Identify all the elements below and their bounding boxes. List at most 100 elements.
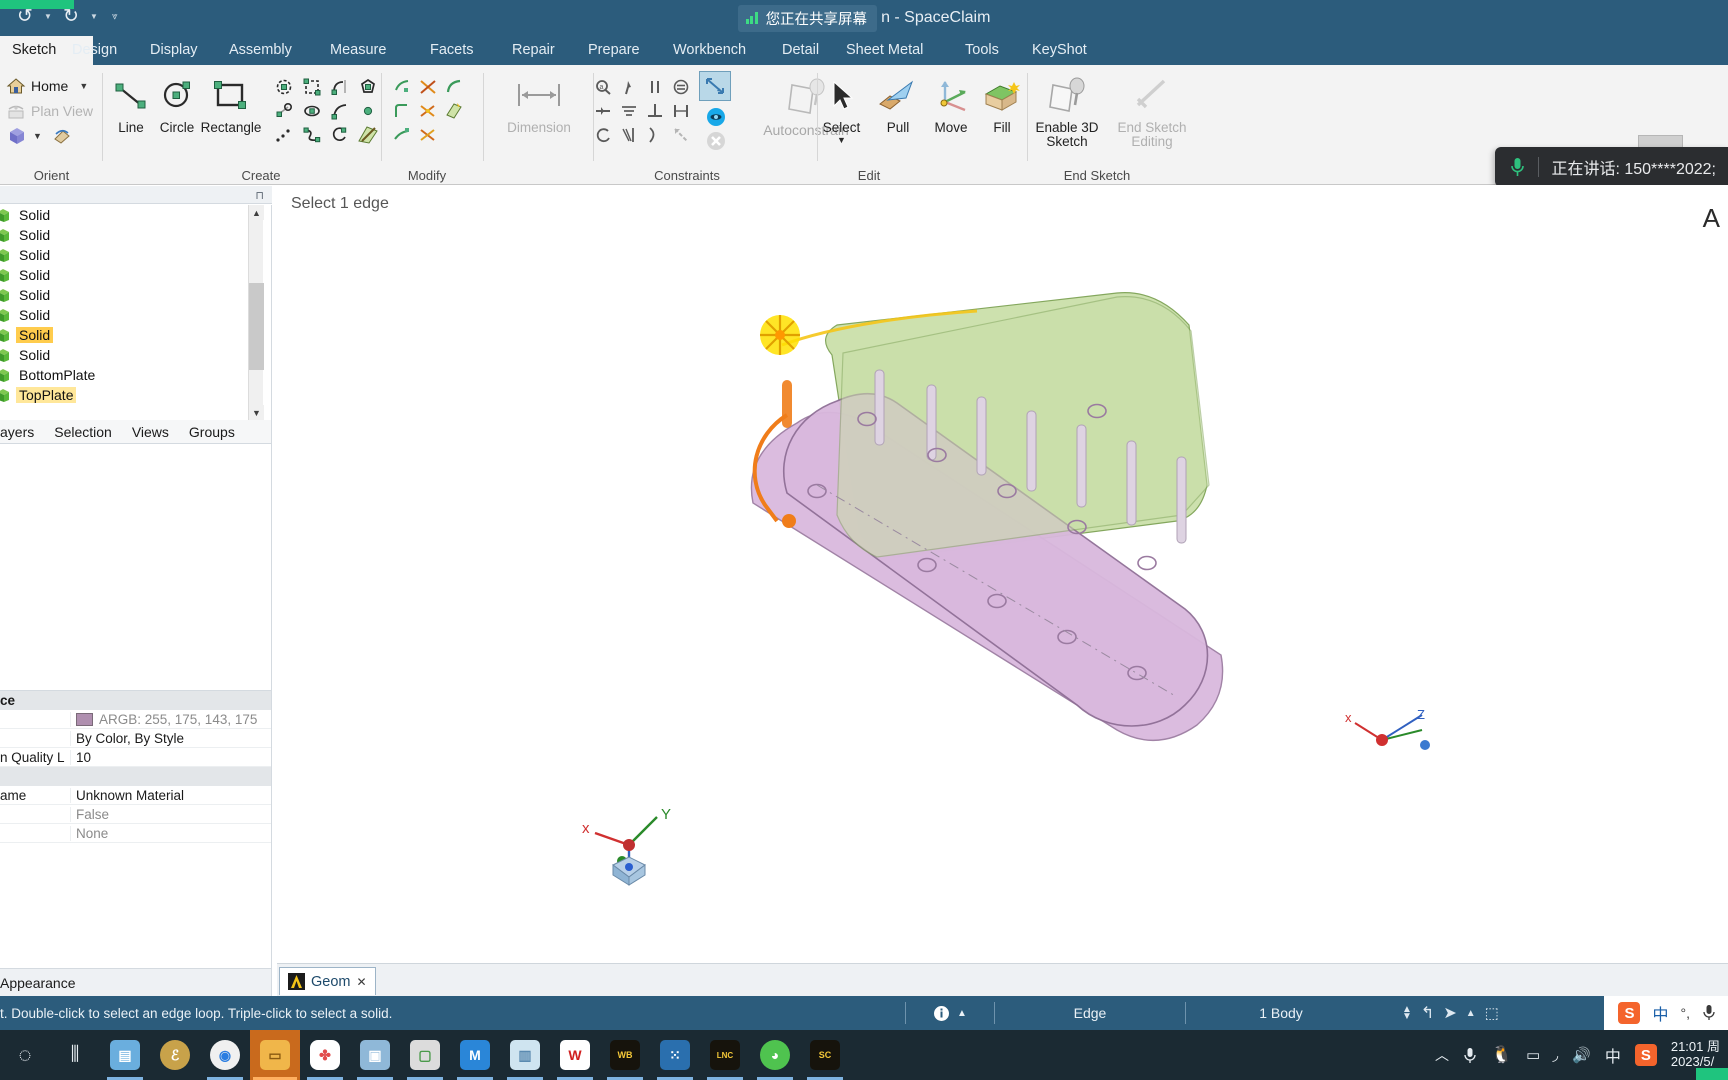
tangent-line-icon[interactable] xyxy=(327,75,353,98)
polygon-icon[interactable] xyxy=(271,75,297,98)
status-info[interactable]: ▲ xyxy=(906,996,994,1030)
document-tab-geom[interactable]: Geom ✕ xyxy=(279,967,376,995)
customize-qat-icon[interactable]: ⩔ xyxy=(112,11,118,22)
tab-workbench[interactable]: Workbench xyxy=(663,36,756,65)
tray-microphone-icon[interactable] xyxy=(1463,1046,1477,1065)
property-row-flag[interactable]: False xyxy=(0,805,271,824)
taskbar-start-button[interactable]: ◌ xyxy=(0,1030,50,1080)
show-constraints-icon[interactable] xyxy=(703,105,729,128)
equal-icon[interactable] xyxy=(668,75,694,98)
caret-up-icon[interactable]: ▲ xyxy=(1466,1008,1476,1019)
move-tool-button[interactable]: Move xyxy=(923,73,979,135)
arc-icon[interactable] xyxy=(327,99,353,122)
perpendicular-icon[interactable] xyxy=(642,99,668,122)
taskbar-item-dice[interactable]: ⁙ xyxy=(650,1030,700,1080)
construction-polygon-icon[interactable] xyxy=(355,75,381,98)
view-cube-button[interactable]: ▼ xyxy=(6,125,73,147)
status-tool-icons[interactable]: ▲ ▼ ↰ ➤ ▲ ⬚ xyxy=(1402,1003,1499,1023)
property-row-material-name[interactable]: ame Unknown Material xyxy=(0,786,271,805)
cursor-icon[interactable]: ➤ xyxy=(1443,1003,1456,1023)
wifi-icon[interactable]: ◞ xyxy=(1552,1046,1558,1064)
tree-item-8[interactable]: BottomPlate xyxy=(0,365,271,385)
select-tool-inner[interactable]: Select ▼ xyxy=(819,73,864,145)
end-sketch-editing-button[interactable]: End Sketch Editing xyxy=(1109,73,1195,149)
split-icon[interactable] xyxy=(389,99,415,122)
tree-item-4[interactable]: Solid xyxy=(0,285,271,305)
tab-facets[interactable]: Facets xyxy=(420,36,484,65)
close-icon[interactable]: ✕ xyxy=(357,975,367,989)
tab-prepare[interactable]: Prepare xyxy=(578,36,650,65)
info-caret-icon[interactable]: ▲ xyxy=(957,1008,967,1019)
inspect-constraint-icon[interactable]: a xyxy=(590,75,616,98)
tab-sheet-metal[interactable]: Sheet Metal xyxy=(836,36,933,65)
ime-microphone-icon[interactable] xyxy=(1702,1004,1716,1022)
tab-keyshot[interactable]: KeyShot xyxy=(1022,36,1097,65)
taskbar-clock[interactable]: 21:01 周 2023/5/ xyxy=(1671,1039,1720,1070)
project-icon[interactable] xyxy=(441,99,467,122)
tab-views[interactable]: Views xyxy=(132,424,169,440)
property-row-color[interactable]: ARGB: 255, 175, 143, 175 xyxy=(0,710,271,729)
undo-dropdown-icon[interactable]: ▼ xyxy=(42,12,54,21)
dimension-constraint-icon[interactable] xyxy=(699,71,731,101)
rectangle-tool-button[interactable]: Rectangle xyxy=(195,73,267,135)
taskbar-item-lnc[interactable]: LNC xyxy=(700,1030,750,1080)
battery-icon[interactable]: ▭ xyxy=(1526,1046,1540,1064)
undo-icon[interactable]: ↺ xyxy=(10,2,40,30)
show-hidden-icons-icon[interactable]: ︿ xyxy=(1435,1045,1449,1065)
volume-icon[interactable]: 🔊 xyxy=(1572,1046,1591,1064)
ime-lang-tray-icon[interactable]: 中 xyxy=(1605,1043,1621,1067)
angle-icon[interactable] xyxy=(642,123,668,146)
chevron-up-icon[interactable]: ▲ xyxy=(249,205,264,220)
trim-icon[interactable] xyxy=(389,75,415,98)
tree-item-9[interactable]: TopPlate xyxy=(0,385,271,405)
structure-tree-scrollbar[interactable]: ▲ ▼ xyxy=(248,205,264,420)
tree-item-0[interactable]: Solid xyxy=(0,205,271,225)
taskbar-items[interactable]: ◌ ⫼ ▤ ℰ ◉ ▭ ✤ ▣ ▢ M ▥ W WB ⁙ LNC ◕ SC xyxy=(0,1030,850,1080)
taskbar-item-notepad[interactable]: ▤ xyxy=(100,1030,150,1080)
fillet-icon[interactable] xyxy=(415,75,441,98)
redo-dropdown-icon[interactable]: ▼ xyxy=(88,12,100,21)
offset-icon[interactable] xyxy=(441,75,467,98)
concentric-icon[interactable] xyxy=(590,123,616,146)
symmetric-icon[interactable] xyxy=(668,99,694,122)
color-swatch[interactable] xyxy=(76,712,93,726)
taskbar-item-edge[interactable]: ℰ xyxy=(150,1030,200,1080)
tree-item-3[interactable]: Solid xyxy=(0,265,271,285)
ellipse-icon[interactable] xyxy=(271,99,297,122)
fix-icon[interactable] xyxy=(616,75,642,98)
ellipse-center-icon[interactable] xyxy=(299,99,325,122)
point-icon[interactable] xyxy=(355,99,381,122)
structure-panel-tabs[interactable]: ayers Selection Views Groups xyxy=(0,420,272,444)
arc-center-icon[interactable] xyxy=(327,123,353,146)
tree-item-2[interactable]: Solid xyxy=(0,245,271,265)
midpoint-icon[interactable] xyxy=(616,123,642,146)
chevron-down-icon[interactable]: ▼ xyxy=(249,405,264,420)
spin-view-icon[interactable] xyxy=(51,125,73,147)
taskbar-item-explorer[interactable]: ▭ xyxy=(250,1030,300,1080)
taskbar-item-wechat[interactable]: ◕ xyxy=(750,1030,800,1080)
delete-constraints-icon[interactable] xyxy=(703,129,729,152)
tangent-icon[interactable] xyxy=(590,99,616,122)
ime-punctuation-icon[interactable]: °, xyxy=(1681,1005,1691,1021)
collinear-icon[interactable] xyxy=(616,99,642,122)
taskbar-item-chrome[interactable]: ◉ xyxy=(200,1030,250,1080)
pin-icon[interactable]: ⊓ xyxy=(255,189,264,202)
tree-item-5[interactable]: Solid xyxy=(0,305,271,325)
tab-display[interactable]: Display xyxy=(140,36,208,65)
rounded-rectangle-icon[interactable] xyxy=(299,75,325,98)
taskbar-task-view[interactable]: ⫼ xyxy=(50,1030,100,1080)
ribbon-tab-strip[interactable]: Sketch Design Display Assembly Measure F… xyxy=(0,36,1728,65)
taskbar-item-spaceclaim[interactable]: SC xyxy=(800,1030,850,1080)
world-axis-triad[interactable]: x Y xyxy=(582,806,671,886)
corner-icon[interactable] xyxy=(415,99,441,122)
tab-repair[interactable]: Repair xyxy=(502,36,565,65)
appearance-footer[interactable]: Appearance xyxy=(0,968,272,996)
qq-icon[interactable]: 🐧 xyxy=(1491,1045,1512,1065)
property-row-style[interactable]: By Color, By Style xyxy=(0,729,271,748)
tree-item-6[interactable]: Solid xyxy=(0,325,271,345)
taskbar-item-onenote[interactable]: ▥ xyxy=(500,1030,550,1080)
sogou-tray-icon[interactable]: S xyxy=(1634,1044,1657,1066)
no-constraint-icon[interactable] xyxy=(668,123,694,146)
parallel-icon[interactable] xyxy=(642,75,668,98)
home-dropdown-icon[interactable]: ▼ xyxy=(79,81,88,91)
